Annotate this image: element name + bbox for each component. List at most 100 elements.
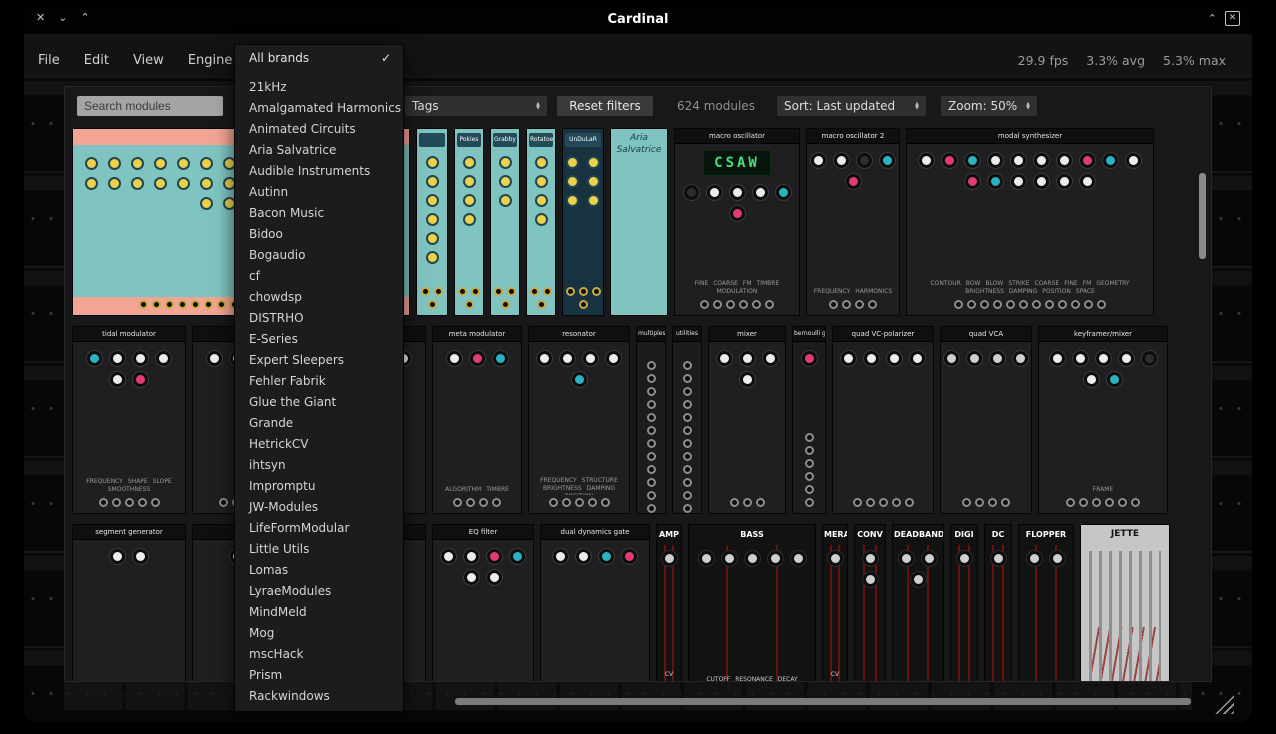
knob-icon [200, 177, 213, 190]
module-card-mera[interactable]: MERACV [823, 525, 847, 682]
module-card-flopper[interactable]: FLOPPERCV [1019, 525, 1073, 682]
brand-option[interactable]: 21kHz [235, 77, 403, 98]
module-card-dc[interactable]: DCANALOG [985, 525, 1011, 682]
module-card-eq-filter[interactable]: EQ filterFREQGAIN [433, 525, 533, 682]
jack-icon [805, 498, 814, 507]
module-card-tidal-modulator[interactable]: tidal modulatorFREQUENCYSHAPESLOPESMOOTH… [73, 327, 185, 513]
titlebar-expand-icon[interactable]: ⌃ [1208, 12, 1217, 26]
module-card-amp[interactable]: AMPCV [657, 525, 681, 682]
jack-icon [647, 387, 656, 396]
knob-icon [834, 153, 849, 168]
knob-icon [131, 157, 144, 170]
brand-option[interactable]: Audible Instruments [235, 161, 403, 182]
brand-option[interactable]: Impromptu [235, 476, 403, 497]
brand-option[interactable]: Autinn [235, 182, 403, 203]
jack-icon [967, 300, 976, 309]
module-card-utilities[interactable]: utilities [673, 327, 701, 513]
module-card-keyframer-mixer[interactable]: keyframer/mixerFRAME [1039, 327, 1167, 513]
brand-option[interactable]: Animated Circuits [235, 119, 403, 140]
brand-option[interactable]: Bacon Music [235, 203, 403, 224]
module-card-bernoulli-gate[interactable]: bernoulli gate [793, 327, 825, 513]
module-card-bass[interactable]: BASSCUTOFFRESONANCEDECAYENVMODACCENT [689, 525, 815, 682]
brand-option-all[interactable]: All brands ✓ [235, 45, 403, 70]
titlebar-close-box-icon[interactable]: ✕ [1225, 11, 1240, 26]
knob-icon [841, 351, 856, 366]
knob-icon [426, 175, 439, 188]
menu-edit[interactable]: Edit [84, 53, 109, 68]
menu-view[interactable]: View [133, 53, 164, 68]
knob-icon [988, 174, 1003, 189]
module-title: CONV [855, 525, 885, 542]
module-card-quad-vc-polarizer[interactable]: quad VC-polarizer [833, 327, 933, 513]
jack-icon [683, 426, 692, 435]
panel-labels: CV [823, 671, 847, 680]
brand-option[interactable]: Rackwindows [235, 686, 403, 707]
brand-option[interactable]: Lomas [235, 560, 403, 581]
module-card-quad-vca[interactable]: quad VCA [941, 327, 1031, 513]
module-card-mixer[interactable]: mixer [709, 327, 785, 513]
module-card-macro-oscillator-2[interactable]: macro oscillator 2FREQUENCYHARMONICS [807, 129, 899, 315]
brand-option[interactable]: DISTRHO [235, 308, 403, 329]
module-card-grabby[interactable]: Grabby [491, 129, 519, 315]
brand-option[interactable]: Fehler Fabrik [235, 371, 403, 392]
brand-option[interactable]: MindMeld [235, 602, 403, 623]
module-title: Grabby [493, 133, 517, 147]
module-title: segment generator [73, 525, 185, 540]
vertical-scrollbar[interactable] [1199, 173, 1206, 259]
module-card-modal-synthesizer[interactable]: modal synthesizerCONTOURBOWBLOWSTRIKECOA… [907, 129, 1153, 315]
knob-icon [730, 185, 745, 200]
search-input[interactable] [77, 96, 223, 116]
brand-option[interactable]: Grande [235, 413, 403, 434]
module-card-conv[interactable]: CONVCV [855, 525, 885, 682]
module-card-meta-modulator[interactable]: meta modulatorALGORITHMTIMBRE [433, 327, 521, 513]
module-card-resonator[interactable]: resonatorFREQUENCYSTRUCTUREBRIGHTNESSDAM… [529, 327, 629, 513]
module-card-dual-dynamics-gate[interactable]: dual dynamics gate [541, 525, 649, 682]
brand-option[interactable]: LifeFormModular [235, 518, 403, 539]
brand-option[interactable]: LyraeModules [235, 581, 403, 602]
module-card-deadband[interactable]: DEADBANDWIDTHGAP [893, 525, 943, 682]
panel-labels: CONTOURBOWBLOWSTRIKECOARSEFINEFMGEOMETRY… [907, 280, 1153, 297]
brand-option[interactable]: Expert Sleepers [235, 350, 403, 371]
brand-option[interactable]: E-Series [235, 329, 403, 350]
brand-option[interactable]: Glue the Giant [235, 392, 403, 413]
knob-icon [1013, 351, 1028, 366]
sort-select[interactable]: Sort: Last updated ▲▼ [777, 96, 926, 116]
brand-option[interactable]: Bogaudio [235, 245, 403, 266]
module-card-multiples[interactable]: multiples [637, 327, 665, 513]
tags-select[interactable]: Tags ▲▼ [405, 96, 547, 116]
jack-icon [805, 485, 814, 494]
brand-option[interactable]: Bidoo [235, 224, 403, 245]
knob-icon [863, 572, 878, 587]
brand-option[interactable]: Prism [235, 665, 403, 686]
module-card-rotatoes[interactable]: Rotatoes [527, 129, 555, 315]
module-card-jette[interactable]: JETTE [1081, 525, 1169, 682]
module-card-digi[interactable]: DIGICV [951, 525, 977, 682]
brand-option[interactable]: cf [235, 266, 403, 287]
jack-icon [575, 498, 584, 507]
menu-file[interactable]: File [38, 53, 60, 68]
brand-option[interactable]: Mog [235, 623, 403, 644]
module-title: Rotatoes [529, 133, 553, 147]
brand-option[interactable]: Little Utils [235, 539, 403, 560]
module-card-segment-generator[interactable]: segment generator [73, 525, 185, 682]
brand-option[interactable]: HetrickCV [235, 434, 403, 455]
module-card-macro-oscillator[interactable]: macro oscillatorCSAWFINECOARSEFMTIMBREMO… [675, 129, 799, 315]
module-card-pokies[interactable]: Pokies [455, 129, 483, 315]
jack-icon [479, 498, 488, 507]
jack-icon [549, 498, 558, 507]
brand-option[interactable]: Aria Salvatrice [235, 140, 403, 161]
module-card-undular[interactable]: UnDuLaR [563, 129, 603, 315]
brand-option[interactable]: chowdsp [235, 287, 403, 308]
brand-option[interactable]: mscHack [235, 644, 403, 665]
zoom-select[interactable]: Zoom: 50% ▲▼ [941, 96, 1037, 116]
module-card[interactable] [417, 129, 447, 315]
jack-icon [647, 452, 656, 461]
jack-icon [730, 498, 739, 507]
brand-option[interactable]: ihtsyn [235, 455, 403, 476]
module-card-aria-salvatrice[interactable]: Aria Salvatrice [611, 129, 667, 315]
brand-option[interactable]: Amalgamated Harmonics [235, 98, 403, 119]
reset-filters-button[interactable]: Reset filters [557, 96, 653, 116]
brand-option[interactable]: JW-Modules [235, 497, 403, 518]
horizontal-scrollbar[interactable] [455, 698, 1191, 705]
menu-engine[interactable]: Engine [188, 53, 233, 68]
